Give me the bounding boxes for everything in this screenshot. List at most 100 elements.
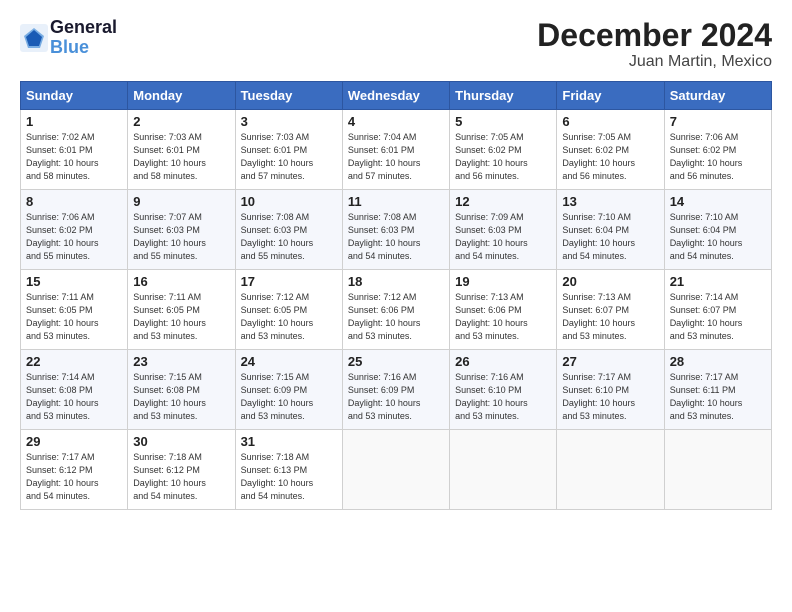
day-number: 12 bbox=[455, 194, 551, 209]
day-number: 14 bbox=[670, 194, 766, 209]
table-row: 20 Sunrise: 7:13 AM Sunset: 6:07 PM Dayli… bbox=[557, 270, 664, 350]
day-number: 29 bbox=[26, 434, 122, 449]
day-info: Sunrise: 7:17 AM Sunset: 6:11 PM Dayligh… bbox=[670, 371, 766, 423]
day-number: 4 bbox=[348, 114, 444, 129]
day-number: 9 bbox=[133, 194, 229, 209]
title-block: December 2024 Juan Martin, Mexico bbox=[537, 18, 772, 71]
day-info: Sunrise: 7:06 AM Sunset: 6:02 PM Dayligh… bbox=[670, 131, 766, 183]
table-row: 16 Sunrise: 7:11 AM Sunset: 6:05 PM Dayli… bbox=[128, 270, 235, 350]
day-info: Sunrise: 7:11 AM Sunset: 6:05 PM Dayligh… bbox=[26, 291, 122, 343]
calendar-subtitle: Juan Martin, Mexico bbox=[537, 53, 772, 71]
table-row: 18 Sunrise: 7:12 AM Sunset: 6:06 PM Dayli… bbox=[342, 270, 449, 350]
table-row: 7 Sunrise: 7:06 AM Sunset: 6:02 PM Daylig… bbox=[664, 110, 771, 190]
logo: General Blue bbox=[20, 18, 117, 58]
day-number: 22 bbox=[26, 354, 122, 369]
table-row bbox=[342, 430, 449, 510]
day-number: 17 bbox=[241, 274, 337, 289]
col-sunday: Sunday bbox=[21, 82, 128, 110]
day-info: Sunrise: 7:11 AM Sunset: 6:05 PM Dayligh… bbox=[133, 291, 229, 343]
day-info: Sunrise: 7:14 AM Sunset: 6:08 PM Dayligh… bbox=[26, 371, 122, 423]
day-info: Sunrise: 7:06 AM Sunset: 6:02 PM Dayligh… bbox=[26, 211, 122, 263]
day-number: 19 bbox=[455, 274, 551, 289]
day-info: Sunrise: 7:15 AM Sunset: 6:08 PM Dayligh… bbox=[133, 371, 229, 423]
header-row: Sunday Monday Tuesday Wednesday Thursday… bbox=[21, 82, 772, 110]
day-info: Sunrise: 7:13 AM Sunset: 6:06 PM Dayligh… bbox=[455, 291, 551, 343]
day-info: Sunrise: 7:14 AM Sunset: 6:07 PM Dayligh… bbox=[670, 291, 766, 343]
table-row: 15 Sunrise: 7:11 AM Sunset: 6:05 PM Dayli… bbox=[21, 270, 128, 350]
table-row: 2 Sunrise: 7:03 AM Sunset: 6:01 PM Daylig… bbox=[128, 110, 235, 190]
table-row: 31Sunrise: 7:18 AM Sunset: 6:13 PM Dayli… bbox=[235, 430, 342, 510]
table-row: 19 Sunrise: 7:13 AM Sunset: 6:06 PM Dayli… bbox=[450, 270, 557, 350]
table-row: 12 Sunrise: 7:09 AM Sunset: 6:03 PM Dayli… bbox=[450, 190, 557, 270]
logo-line1: General bbox=[50, 18, 117, 38]
day-number: 30 bbox=[133, 434, 229, 449]
day-number: 16 bbox=[133, 274, 229, 289]
table-row: 21 Sunrise: 7:14 AM Sunset: 6:07 PM Dayli… bbox=[664, 270, 771, 350]
day-number: 8 bbox=[26, 194, 122, 209]
day-number: 24 bbox=[241, 354, 337, 369]
table-row: 22 Sunrise: 7:14 AM Sunset: 6:08 PM Dayli… bbox=[21, 350, 128, 430]
table-row: 25 Sunrise: 7:16 AM Sunset: 6:09 PM Dayli… bbox=[342, 350, 449, 430]
calendar-title: December 2024 bbox=[537, 18, 772, 53]
day-number: 15 bbox=[26, 274, 122, 289]
day-info: Sunrise: 7:17 AM Sunset: 6:10 PM Dayligh… bbox=[562, 371, 658, 423]
calendar-week-5: 29Sunrise: 7:17 AM Sunset: 6:12 PM Dayli… bbox=[21, 430, 772, 510]
day-info: Sunrise: 7:04 AM Sunset: 6:01 PM Dayligh… bbox=[348, 131, 444, 183]
day-number: 25 bbox=[348, 354, 444, 369]
day-info: Sunrise: 7:09 AM Sunset: 6:03 PM Dayligh… bbox=[455, 211, 551, 263]
table-row: 5 Sunrise: 7:05 AM Sunset: 6:02 PM Daylig… bbox=[450, 110, 557, 190]
col-friday: Friday bbox=[557, 82, 664, 110]
calendar-table: Sunday Monday Tuesday Wednesday Thursday… bbox=[20, 81, 772, 510]
day-number: 21 bbox=[670, 274, 766, 289]
day-info: Sunrise: 7:12 AM Sunset: 6:06 PM Dayligh… bbox=[348, 291, 444, 343]
day-number: 18 bbox=[348, 274, 444, 289]
table-row bbox=[450, 430, 557, 510]
table-row: 10Sunrise: 7:08 AM Sunset: 6:03 PM Dayli… bbox=[235, 190, 342, 270]
table-row bbox=[557, 430, 664, 510]
col-thursday: Thursday bbox=[450, 82, 557, 110]
table-row: 17 Sunrise: 7:12 AM Sunset: 6:05 PM Dayli… bbox=[235, 270, 342, 350]
day-info: Sunrise: 7:16 AM Sunset: 6:09 PM Dayligh… bbox=[348, 371, 444, 423]
table-row: 30 Sunrise: 7:18 AM Sunset: 6:12 PM Dayli… bbox=[128, 430, 235, 510]
day-number: 7 bbox=[670, 114, 766, 129]
day-info: Sunrise: 7:10 AM Sunset: 6:04 PM Dayligh… bbox=[670, 211, 766, 263]
table-row bbox=[664, 430, 771, 510]
table-row: 29Sunrise: 7:17 AM Sunset: 6:12 PM Dayli… bbox=[21, 430, 128, 510]
day-info: Sunrise: 7:07 AM Sunset: 6:03 PM Dayligh… bbox=[133, 211, 229, 263]
day-number: 20 bbox=[562, 274, 658, 289]
day-number: 6 bbox=[562, 114, 658, 129]
day-number: 1 bbox=[26, 114, 122, 129]
day-number: 23 bbox=[133, 354, 229, 369]
calendar-week-4: 22 Sunrise: 7:14 AM Sunset: 6:08 PM Dayli… bbox=[21, 350, 772, 430]
day-number: 3 bbox=[241, 114, 337, 129]
table-row: 11Sunrise: 7:08 AM Sunset: 6:03 PM Dayli… bbox=[342, 190, 449, 270]
table-row: 27 Sunrise: 7:17 AM Sunset: 6:10 PM Dayli… bbox=[557, 350, 664, 430]
table-row: 24Sunrise: 7:15 AM Sunset: 6:09 PM Dayli… bbox=[235, 350, 342, 430]
calendar-week-3: 15 Sunrise: 7:11 AM Sunset: 6:05 PM Dayli… bbox=[21, 270, 772, 350]
table-row: 28Sunrise: 7:17 AM Sunset: 6:11 PM Dayli… bbox=[664, 350, 771, 430]
table-row: 8 Sunrise: 7:06 AM Sunset: 6:02 PM Daylig… bbox=[21, 190, 128, 270]
day-info: Sunrise: 7:13 AM Sunset: 6:07 PM Dayligh… bbox=[562, 291, 658, 343]
day-info: Sunrise: 7:16 AM Sunset: 6:10 PM Dayligh… bbox=[455, 371, 551, 423]
table-row: 4 Sunrise: 7:04 AM Sunset: 6:01 PM Daylig… bbox=[342, 110, 449, 190]
day-number: 13 bbox=[562, 194, 658, 209]
day-info: Sunrise: 7:08 AM Sunset: 6:03 PM Dayligh… bbox=[348, 211, 444, 263]
day-number: 5 bbox=[455, 114, 551, 129]
day-info: Sunrise: 7:05 AM Sunset: 6:02 PM Dayligh… bbox=[455, 131, 551, 183]
table-row: 9 Sunrise: 7:07 AM Sunset: 6:03 PM Daylig… bbox=[128, 190, 235, 270]
day-number: 27 bbox=[562, 354, 658, 369]
header: General Blue December 2024 Juan Martin, … bbox=[20, 18, 772, 71]
table-row: 26Sunrise: 7:16 AM Sunset: 6:10 PM Dayli… bbox=[450, 350, 557, 430]
page: General Blue December 2024 Juan Martin, … bbox=[0, 0, 792, 612]
calendar-week-1: 1Sunrise: 7:02 AM Sunset: 6:01 PM Daylig… bbox=[21, 110, 772, 190]
day-info: Sunrise: 7:18 AM Sunset: 6:13 PM Dayligh… bbox=[241, 451, 337, 503]
day-info: Sunrise: 7:08 AM Sunset: 6:03 PM Dayligh… bbox=[241, 211, 337, 263]
table-row: 3Sunrise: 7:03 AM Sunset: 6:01 PM Daylig… bbox=[235, 110, 342, 190]
day-info: Sunrise: 7:05 AM Sunset: 6:02 PM Dayligh… bbox=[562, 131, 658, 183]
day-info: Sunrise: 7:03 AM Sunset: 6:01 PM Dayligh… bbox=[133, 131, 229, 183]
col-saturday: Saturday bbox=[664, 82, 771, 110]
day-info: Sunrise: 7:18 AM Sunset: 6:12 PM Dayligh… bbox=[133, 451, 229, 503]
day-info: Sunrise: 7:12 AM Sunset: 6:05 PM Dayligh… bbox=[241, 291, 337, 343]
table-row: 6 Sunrise: 7:05 AM Sunset: 6:02 PM Daylig… bbox=[557, 110, 664, 190]
day-number: 2 bbox=[133, 114, 229, 129]
